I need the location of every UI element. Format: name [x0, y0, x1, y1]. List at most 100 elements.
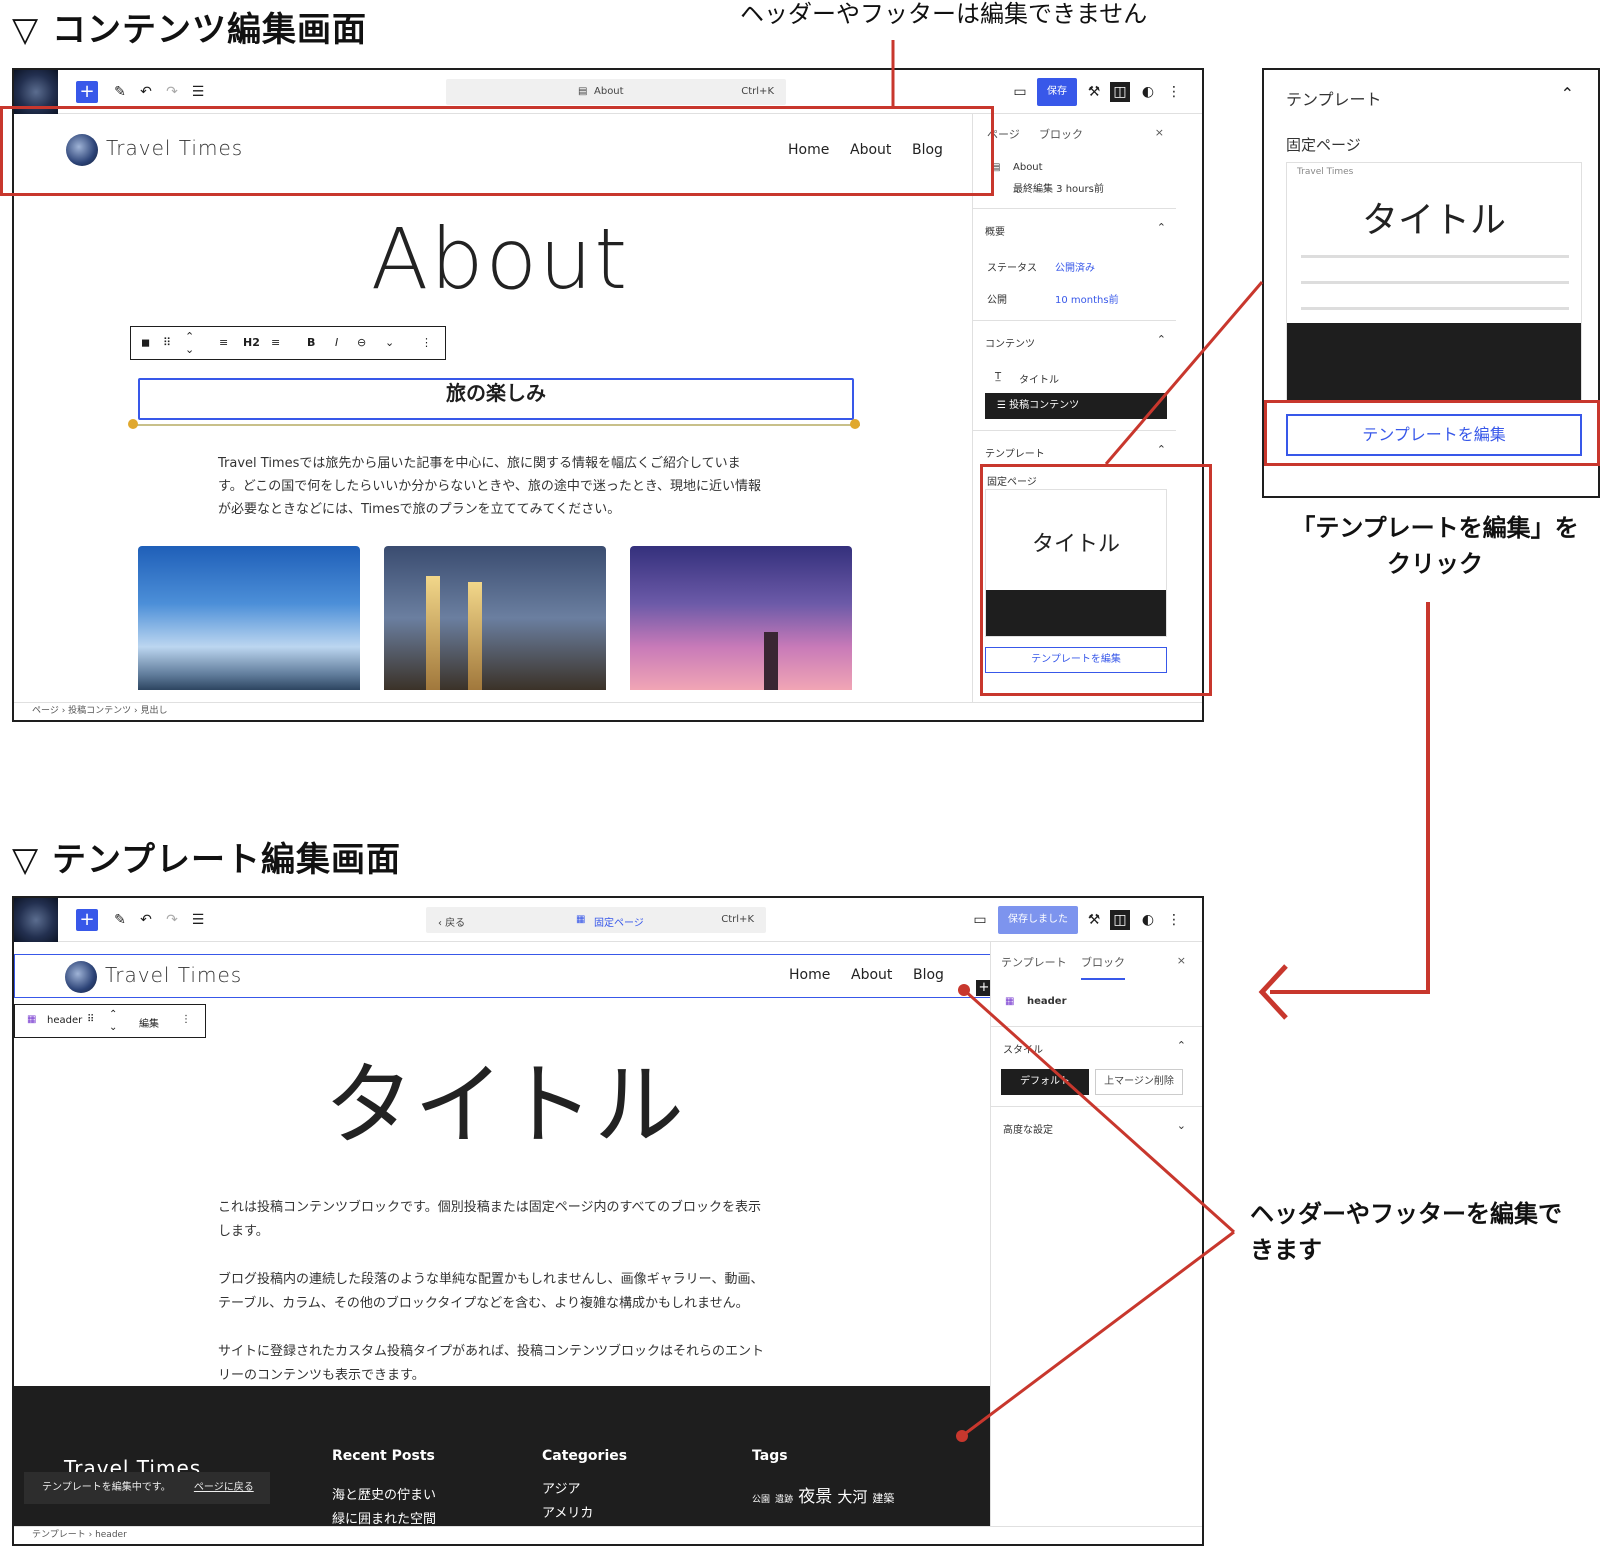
template-heading[interactable]: テンプレート	[985, 445, 1045, 460]
section-title-content-editor: ▽ コンテンツ編集画面	[12, 10, 367, 50]
gallery-image-towers[interactable]	[384, 546, 606, 690]
content-title-item[interactable]: タイトル	[1019, 371, 1059, 386]
add-block-button[interactable]: +	[76, 909, 98, 931]
tab-template[interactable]: テンプレート	[1001, 954, 1067, 970]
summary-heading[interactable]: 概要	[985, 223, 1005, 238]
footer-recent-1[interactable]: 海と歴史の佇まい	[332, 1484, 436, 1503]
heading-block[interactable]: 旅の楽しみ	[138, 378, 854, 420]
more-chevron-icon[interactable]: ⌄	[385, 336, 394, 349]
footer-category-1[interactable]: アジア	[542, 1478, 580, 1497]
crumb-header[interactable]: header	[95, 1530, 127, 1540]
styles-icon[interactable]: ◐	[1138, 910, 1158, 930]
pencil-icon[interactable]: ✎	[110, 910, 130, 930]
view-icon[interactable]: ▭	[1010, 82, 1030, 102]
tag-5[interactable]: 建築	[872, 1492, 894, 1505]
crumb-template[interactable]: テンプレート	[32, 1530, 86, 1540]
edit-button-highlight-box	[1264, 400, 1600, 466]
bookmark-icon[interactable]: ◼	[141, 336, 150, 349]
chevron-down-icon[interactable]: ⌄	[1177, 1119, 1186, 1132]
settings-icon[interactable]: ◫	[1110, 910, 1130, 930]
tab-block[interactable]: ブロック	[1039, 126, 1083, 142]
tag-3[interactable]: 夜景	[798, 1487, 832, 1507]
back-to-page-link[interactable]: ページに戻る	[194, 1482, 254, 1493]
chevron-up-icon[interactable]: ⌃	[1561, 84, 1574, 103]
close-icon[interactable]: ×	[1155, 126, 1164, 139]
options-icon[interactable]: ⋮	[1164, 82, 1184, 102]
drag-handle-icon[interactable]: ⠿	[163, 336, 171, 349]
footer-category-2[interactable]: アメリカ	[542, 1502, 593, 1521]
view-icon[interactable]: ▭	[970, 910, 990, 930]
list-view-icon[interactable]: ☰	[188, 82, 208, 102]
resize-handle-left[interactable]	[128, 419, 138, 429]
move-updown-icon[interactable]: ⌃ ⌄	[185, 330, 194, 356]
status-value[interactable]: 公開済み	[1055, 259, 1095, 274]
tag-2[interactable]: 遺跡	[775, 1495, 793, 1505]
close-icon[interactable]: ×	[1177, 954, 1186, 967]
command-bar[interactable]: ▤ About Ctrl+K	[446, 79, 786, 105]
resize-handle-right[interactable]	[850, 419, 860, 429]
chevron-up-icon[interactable]: ⌃	[1177, 1039, 1186, 1052]
nav-about[interactable]: About	[851, 967, 892, 983]
settings-icon[interactable]: ◫	[1110, 82, 1130, 102]
intro-line-2: す。どこの国で何をしたらいいか分からないときや、旅の途中で迷ったとき、現地に近い…	[218, 479, 762, 494]
publish-value[interactable]: 10 months前	[1055, 291, 1119, 306]
align-icon[interactable]: ≡	[219, 336, 228, 349]
styles-icon[interactable]: ◐	[1138, 82, 1158, 102]
crumb-post-content[interactable]: 投稿コンテンツ	[68, 706, 131, 716]
block-options-icon[interactable]: ⋮	[181, 1014, 191, 1025]
redo-icon[interactable]: ↷	[162, 910, 182, 930]
crumb-page[interactable]: ページ	[32, 706, 59, 716]
command-bar[interactable]: ‹ 戻る ▦ 固定ページ Ctrl+K	[426, 907, 766, 933]
tools-icon[interactable]: ⚒	[1084, 910, 1104, 930]
nav-home[interactable]: Home	[789, 967, 830, 983]
zoom-template-preview: Travel Times タイトル	[1286, 162, 1582, 402]
page-title[interactable]: About	[14, 210, 986, 308]
tab-block[interactable]: ブロック	[1081, 954, 1125, 980]
tools-icon[interactable]: ⚒	[1084, 82, 1104, 102]
italic-button[interactable]: I	[335, 336, 338, 349]
saved-button[interactable]: 保存しました	[998, 906, 1078, 934]
block-options-icon[interactable]: ⋮	[421, 336, 432, 349]
text-align-icon[interactable]: ≡	[271, 336, 280, 349]
content-post-item[interactable]: ☰ 投稿コンテンツ	[985, 393, 1167, 419]
save-button[interactable]: 保存	[1037, 78, 1077, 106]
gallery-image-sky[interactable]	[138, 546, 360, 690]
move-updown-icon[interactable]: ⌃ ⌄	[109, 1008, 117, 1034]
chevron-up-icon[interactable]: ⌃	[1157, 333, 1166, 346]
add-block-button[interactable]: +	[76, 81, 98, 103]
template-title-block[interactable]: タイトル	[14, 1032, 994, 1162]
undo-icon[interactable]: ↶	[136, 910, 156, 930]
crumb-heading[interactable]: 見出し	[141, 706, 168, 716]
chevron-up-icon[interactable]: ⌃	[1157, 443, 1166, 456]
header-block-label[interactable]: header	[47, 1015, 82, 1026]
bold-button[interactable]: B	[307, 336, 315, 349]
advanced-heading[interactable]: 高度な設定	[1003, 1121, 1053, 1136]
gallery-image-lighthouse[interactable]	[630, 546, 852, 690]
style-heading[interactable]: スタイル	[1003, 1041, 1043, 1056]
content-heading[interactable]: コンテンツ	[985, 335, 1035, 350]
link-icon[interactable]: ⊖	[357, 336, 366, 349]
header-template-part[interactable]: Travel Times Home About Blog	[14, 954, 994, 998]
tag-1[interactable]: 公園	[752, 1495, 770, 1505]
zoom-panel-sub: 固定ページ	[1286, 136, 1361, 154]
edit-part-button[interactable]: 編集	[139, 1015, 159, 1030]
back-button[interactable]: ‹ 戻る	[438, 914, 465, 929]
tag-4[interactable]: 大河	[837, 1488, 867, 1506]
undo-icon[interactable]: ↶	[136, 82, 156, 102]
header-highlight-box	[0, 106, 994, 196]
post-content-block[interactable]: これは投稿コンテンツブロックです。個別投稿または固定ページ内のすべてのブロックを…	[218, 1196, 764, 1388]
footer-recent-2[interactable]: 緑に囲まれた空間	[332, 1508, 436, 1527]
chevron-up-icon[interactable]: ⌃	[1157, 221, 1166, 234]
site-icon[interactable]	[14, 898, 58, 942]
heading-level-button[interactable]: H2	[243, 336, 260, 349]
footer-template-part[interactable]: Travel Times Recent Posts 海と歴史の佇まい 緑に囲まれ…	[14, 1386, 994, 1544]
intro-paragraph[interactable]: Travel Timesでは旅先から届いた記事を中心に、旅に関する情報を幅広くご…	[218, 452, 761, 521]
options-icon[interactable]: ⋮	[1164, 910, 1184, 930]
nav-blog[interactable]: Blog	[913, 967, 944, 983]
drag-handle-icon[interactable]: ⠿	[87, 1014, 94, 1025]
pencil-icon[interactable]: ✎	[110, 82, 130, 102]
redo-icon[interactable]: ↷	[162, 82, 182, 102]
style-default-button[interactable]: デフォルト	[1001, 1069, 1089, 1095]
list-view-icon[interactable]: ☰	[188, 910, 208, 930]
style-remove-margin-button[interactable]: 上マージン削除	[1095, 1069, 1183, 1095]
